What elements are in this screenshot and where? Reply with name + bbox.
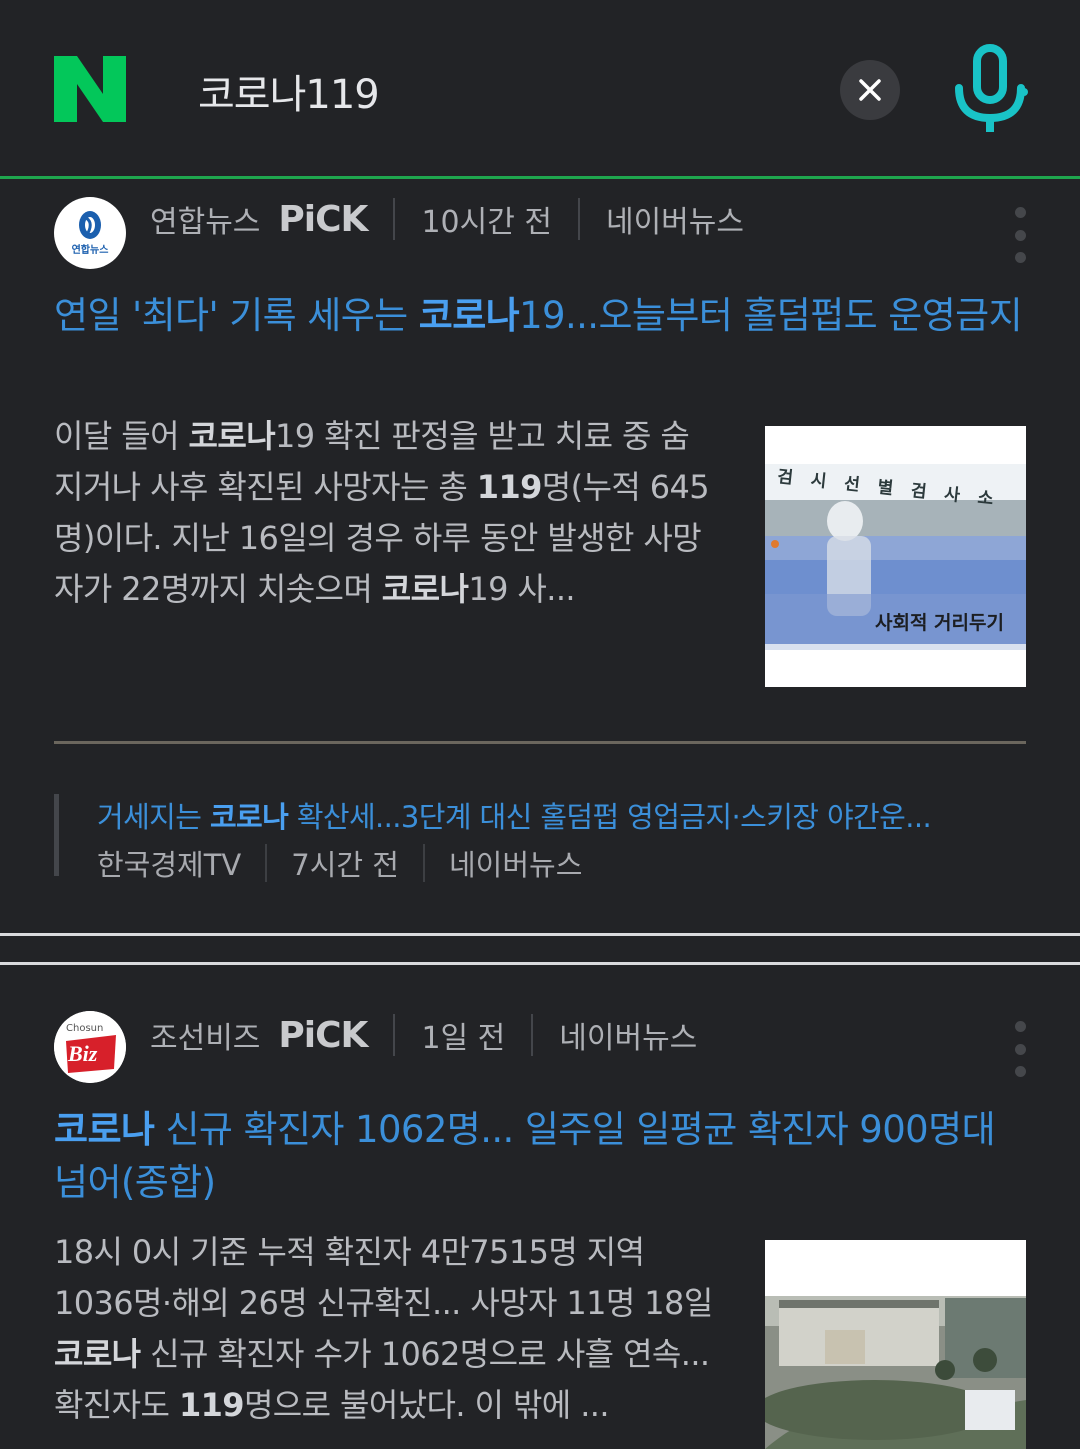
press-logo-top: Chosun [66,1023,104,1034]
search-header: 코로나119 [0,0,1080,179]
article-summary[interactable]: 이달 들어 코로나19 확진 판정을 받고 치료 중 숨지거나 사후 확진된 사… [54,411,714,615]
article-thumbnail[interactable]: 검 시 선 별 검 사 소 사회적 거리두기 [765,426,1026,687]
article-meta: 연합뉴스 PiCK 10시간 전 네이버뉴스 [150,197,744,241]
related-meta: 한국경제TV 7시간 전 네이버뉴스 [97,842,582,884]
more-dot [1014,1066,1026,1077]
more-dot [1014,252,1026,263]
press-logo-bottom: Biz [68,1041,98,1066]
article-time: 10시간 전 [421,205,552,240]
related-press[interactable]: 한국경제TV [97,842,241,884]
more-dot [1014,207,1026,218]
close-icon [859,79,881,101]
more-options-button[interactable] [1012,1021,1028,1077]
pick-badge: PiCK [278,198,368,240]
news-card: 연합뉴스 연합뉴스 PiCK 10시간 전 네이버뉴스 연일 '최다' 기록 세… [0,179,1080,933]
article-meta: 조선비즈 PiCK 1일 전 네이버뉴스 [150,1013,697,1057]
card-divider [54,741,1026,744]
meta-divider [393,1014,396,1056]
press-name[interactable]: 연합뉴스 [150,197,260,241]
related-article[interactable]: 거세지는 코로나 확산세...3단계 대신 홀덤펍 영업금지·스키장 야간운..… [54,794,1031,882]
article-thumbnail[interactable] [765,1240,1026,1449]
naver-news-link[interactable]: 네이버뉴스 [606,197,744,241]
related-headline[interactable]: 거세지는 코로나 확산세...3단계 대신 홀덤펍 영업금지·스키장 야간운..… [97,794,1027,836]
more-options-button[interactable] [1012,207,1028,263]
naver-logo[interactable] [54,56,126,122]
article-time: 1일 전 [421,1021,506,1056]
news-card: Chosun Biz 조선비즈 PiCK 1일 전 네이버뉴스 코로나 신규 확… [0,965,1080,1449]
microphone-icon [955,44,1028,132]
meta-divider [577,198,580,240]
press-logo[interactable]: 연합뉴스 [54,197,126,269]
article-headline[interactable]: 연일 '최다' 기록 세우는 코로나19...오늘부터 홀덤펍도 운영금지 [54,289,1026,342]
more-dot [1014,229,1026,241]
search-input[interactable]: 코로나119 [198,62,380,120]
thumbnail-image [765,1240,1026,1449]
related-time: 7시간 전 [291,848,399,882]
press-name[interactable]: 조선비즈 [150,1013,260,1057]
pick-badge: PiCK [278,1014,368,1056]
card-separator [0,933,1080,965]
more-dot [1014,1021,1026,1032]
article-summary[interactable]: 18시 0시 기준 누적 확진자 4만7515명 지역 1036명·해외 26명… [54,1227,714,1431]
press-logo[interactable]: Chosun Biz [54,1011,126,1083]
meta-divider [265,844,268,882]
naver-n-icon [54,56,126,122]
meta-divider [393,198,396,240]
naver-news-link[interactable]: 네이버뉴스 [449,842,582,884]
thumbnail-sign-bottom: 사회적 거리두기 [875,612,1004,634]
clear-search-button[interactable] [840,60,900,120]
more-dot [1014,1043,1026,1055]
article-headline[interactable]: 코로나 신규 확진자 1062명... 일주일 일평균 확진자 900명대 넘어… [54,1103,1026,1209]
naver-news-link[interactable]: 네이버뉴스 [559,1013,697,1057]
meta-divider [423,844,425,882]
meta-divider [531,1014,534,1056]
yonhap-logo-icon [79,211,101,239]
press-logo-label: 연합뉴스 [71,245,109,256]
voice-search-button[interactable] [952,44,1028,134]
